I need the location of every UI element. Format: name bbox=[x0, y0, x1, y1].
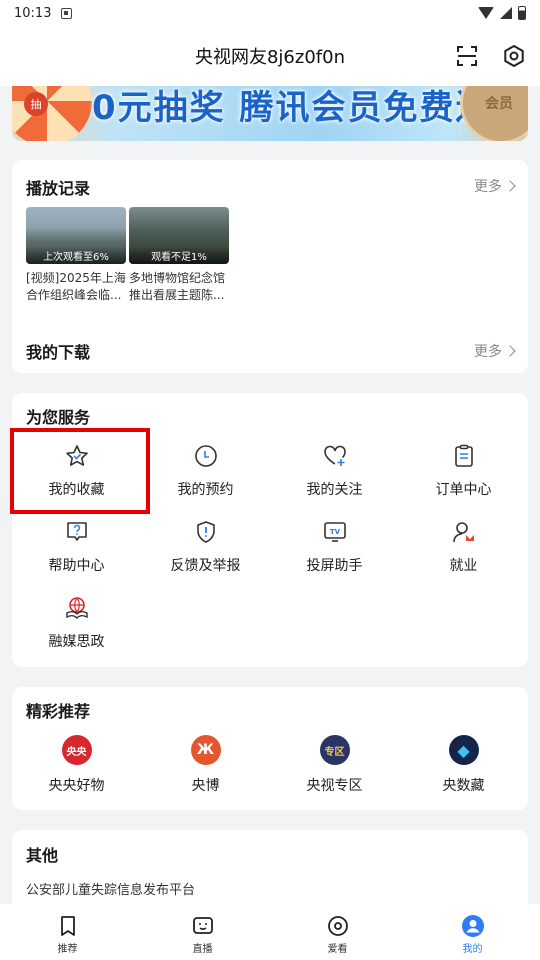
watch-progress: 上次观看至6% bbox=[26, 246, 126, 264]
other-title: 其他 bbox=[26, 846, 59, 865]
service-label: 帮助中心 bbox=[48, 558, 105, 574]
video-thumbnail: 观看不足1% bbox=[129, 207, 229, 264]
status-icons bbox=[478, 6, 526, 20]
heart-plus-icon bbox=[323, 445, 346, 466]
recommend-label: 央博 bbox=[191, 778, 220, 794]
service-orders[interactable]: 订单中心 bbox=[399, 437, 528, 511]
service-media-civics[interactable]: 融媒思政 bbox=[12, 589, 141, 663]
cctv-zone-icon: 专区 bbox=[319, 735, 350, 765]
profile-header: 央视网友8j6z0f0n bbox=[0, 26, 540, 86]
play-history-more[interactable]: 更多 bbox=[474, 176, 516, 196]
tab-label: 我的 bbox=[462, 944, 483, 955]
selection-highlight bbox=[10, 428, 150, 514]
service-label: 我的预约 bbox=[177, 482, 234, 498]
user-icon bbox=[461, 915, 484, 937]
recommend-yangshucang[interactable]: ◆ 央数藏 bbox=[399, 735, 528, 809]
service-help[interactable]: 帮助中心 bbox=[12, 513, 141, 587]
history-item-title: [视频]2025年上海合作组织峰会临... bbox=[26, 271, 126, 302]
play-history-title: 播放记录 bbox=[26, 179, 91, 198]
service-label: 反馈及举报 bbox=[170, 558, 241, 574]
tab-live[interactable]: 直播 bbox=[135, 904, 270, 960]
recommend-yangbo[interactable]: Ж 央博 bbox=[141, 735, 270, 809]
recommend-title: 精彩推荐 bbox=[26, 702, 91, 721]
downloads-title[interactable]: 我的下载 bbox=[26, 339, 90, 363]
recommend-label: 央视专区 bbox=[306, 778, 363, 794]
history-item-title: 多地博物馆纪念馆推出看展主题陈... bbox=[129, 271, 226, 302]
promo-banner[interactable]: 抽 0元抽奖 腾讯会员免费送 会员 bbox=[12, 86, 528, 141]
employment-icon bbox=[452, 522, 474, 543]
more-label: 更多 bbox=[474, 344, 502, 360]
shield-alert-icon bbox=[196, 521, 215, 543]
yangyang-store-icon: 央央 bbox=[61, 735, 92, 765]
yangbo-icon: Ж bbox=[190, 735, 221, 765]
recommend-yangyang[interactable]: 央央 央央好物 bbox=[12, 735, 141, 809]
service-employment[interactable]: 就业 bbox=[399, 513, 528, 587]
draw-badge: 抽 bbox=[24, 92, 48, 116]
history-list: 上次观看至6% [视频]2025年上海合作组织峰会临... 观看不足1% 多地博… bbox=[26, 207, 229, 304]
banner-text: 0元抽奖 腾讯会员免费送 bbox=[92, 88, 492, 128]
tab-label: 推荐 bbox=[57, 944, 78, 955]
clock-icon bbox=[194, 445, 217, 467]
svg-text:TV: TV bbox=[329, 528, 340, 536]
globe-book-icon bbox=[65, 597, 88, 619]
chevron-right-icon bbox=[504, 180, 516, 192]
history-item[interactable]: 观看不足1% 多地博物馆纪念馆推出看展主题陈... bbox=[129, 207, 229, 304]
history-item[interactable]: 上次观看至6% [视频]2025年上海合作组织峰会临... bbox=[26, 207, 126, 304]
clipboard-icon bbox=[454, 444, 473, 467]
recommend-label: 央央好物 bbox=[48, 778, 105, 794]
video-thumbnail: 上次观看至6% bbox=[26, 207, 126, 264]
more-label: 更多 bbox=[474, 179, 502, 195]
live-tv-icon bbox=[192, 917, 213, 934]
tab-recommend[interactable]: 推荐 bbox=[0, 904, 135, 960]
service-label: 订单中心 bbox=[435, 482, 492, 498]
username[interactable]: 央视网友8j6z0f0n bbox=[195, 43, 345, 69]
member-coin-icon: 会员 bbox=[460, 86, 528, 141]
wifi-icon bbox=[478, 7, 494, 19]
service-cast[interactable]: TV 投屏助手 bbox=[270, 513, 399, 587]
service-label: 投屏助手 bbox=[306, 558, 363, 574]
tv-cast-icon: TV bbox=[323, 522, 346, 542]
tab-label: 直播 bbox=[192, 944, 213, 955]
downloads-more[interactable]: 更多 bbox=[474, 341, 516, 361]
recommend-cctv-zone[interactable]: 专区 央视专区 bbox=[270, 735, 399, 809]
services-title: 为您服务 bbox=[26, 408, 91, 427]
yangshucang-icon: ◆ bbox=[448, 735, 479, 765]
service-reservations[interactable]: 我的预约 bbox=[141, 437, 270, 511]
service-label: 融媒思政 bbox=[48, 634, 105, 650]
service-label: 我的关注 bbox=[306, 482, 363, 498]
missing-children-platform-link[interactable]: 公安部儿童失踪信息发布平台 bbox=[26, 879, 195, 898]
scan-icon[interactable] bbox=[456, 45, 478, 67]
help-icon bbox=[66, 522, 87, 541]
history-card: 播放记录 更多 上次观看至6% [视频]2025年上海合作组织峰会临... 观看… bbox=[12, 160, 528, 373]
settings-icon[interactable] bbox=[502, 44, 526, 68]
play-circle-icon bbox=[327, 916, 348, 936]
recommend-label: 央数藏 bbox=[442, 778, 485, 794]
notification-icon bbox=[61, 7, 73, 19]
service-label: 就业 bbox=[449, 558, 478, 574]
service-feedback[interactable]: 反馈及举报 bbox=[141, 513, 270, 587]
status-time: 10:13 bbox=[14, 5, 52, 21]
chevron-right-icon bbox=[504, 345, 516, 357]
tab-label: 爱看 bbox=[327, 944, 348, 955]
coin-text: 会员 bbox=[485, 96, 513, 112]
service-following[interactable]: 我的关注 bbox=[270, 437, 399, 511]
signal-icon bbox=[500, 7, 512, 19]
tab-mine[interactable]: 我的 bbox=[405, 904, 540, 960]
battery-icon bbox=[518, 6, 526, 20]
tab-watch[interactable]: 爱看 bbox=[270, 904, 405, 960]
lottery-wheel-icon bbox=[12, 86, 92, 141]
status-bar: 10:13 bbox=[0, 0, 540, 26]
bookmark-icon bbox=[60, 916, 75, 936]
watch-progress: 观看不足1% bbox=[129, 246, 229, 264]
recommend-card: 精彩推荐 央央 央央好物 Ж 央博 专区 央视专区 ◆ 央数藏 bbox=[12, 687, 528, 810]
bottom-tab-bar: 推荐 直播 爱看 我的 bbox=[0, 904, 540, 960]
